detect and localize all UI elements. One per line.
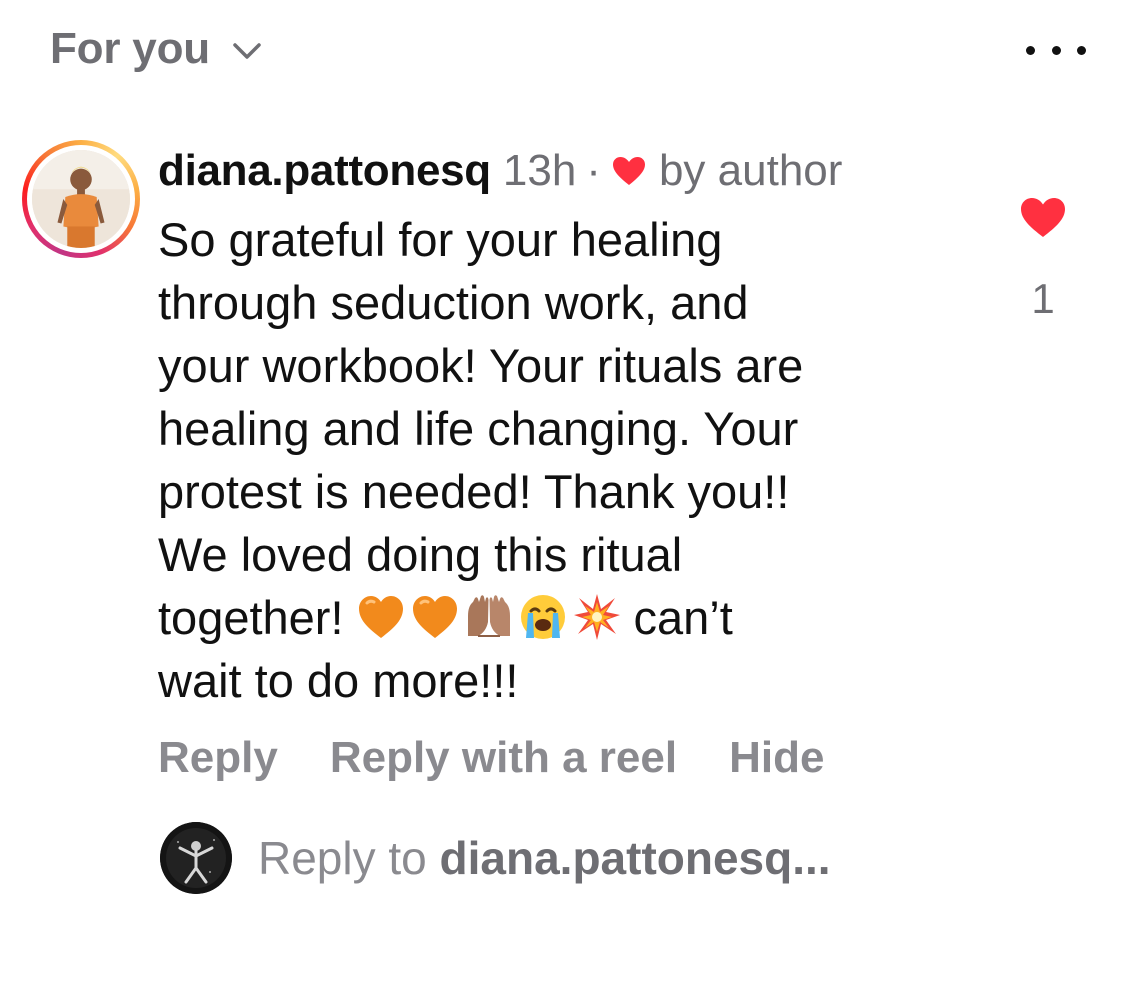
orange-heart-icon — [412, 596, 457, 638]
liked-by-author-label: by author — [658, 146, 843, 195]
comment-line: wait to do more!!! — [158, 654, 519, 707]
comment-timestamp: 13h — [502, 146, 577, 195]
my-avatar — [160, 822, 232, 894]
reply-input[interactable]: Reply to diana.pattonesq... — [160, 822, 831, 894]
comment-line: So grateful for your healing — [158, 213, 723, 266]
comment-line: your workbook! Your rituals are — [158, 339, 804, 392]
more-horizontal-icon — [1026, 45, 1035, 55]
reply-placeholder-user: diana.pattonesq... — [439, 832, 831, 884]
comment-username[interactable]: diana.pattonesq — [158, 142, 491, 200]
comment-line: We loved doing this ritual — [158, 528, 683, 581]
chevron-down-icon — [233, 43, 261, 59]
comment-line-tail: can’t — [633, 591, 733, 644]
raising-hands-icon — [467, 595, 510, 637]
feed-label: For you — [50, 24, 210, 73]
comment-line: together! — [158, 591, 344, 644]
orange-heart-icon — [358, 596, 403, 638]
reply-placeholder: Reply to diana.pattonesq... — [258, 831, 831, 885]
reply-placeholder-prefix: Reply to — [258, 832, 427, 884]
comment-like-column: 1 — [1010, 196, 1076, 324]
comment-line: healing and life changing. Your — [158, 402, 799, 455]
like-heart-icon[interactable] — [1019, 196, 1067, 240]
reply-with-reel-button[interactable]: Reply with a reel — [330, 728, 677, 788]
comment: diana.pattonesq 13h · by author So grate… — [158, 142, 938, 788]
comment-meta: diana.pattonesq 13h · by author — [158, 142, 938, 200]
avatar-photo — [32, 150, 130, 248]
comment-line-emoji: together! can’t — [158, 586, 928, 649]
more-options-button[interactable] — [1026, 30, 1086, 70]
loudly-crying-face-icon — [520, 595, 565, 639]
comment-text: So grateful for your healing through sed… — [158, 208, 928, 712]
hide-button[interactable]: Hide — [729, 728, 824, 788]
commenter-avatar[interactable] — [22, 140, 140, 258]
meta-separator: · — [586, 146, 601, 195]
comment-line: protest is needed! Thank you!! — [158, 465, 790, 518]
feed-selector[interactable]: For you — [50, 24, 262, 74]
heart-icon — [612, 157, 645, 185]
like-count: 1 — [1031, 275, 1055, 322]
top-bar: For you — [0, 0, 1125, 110]
reply-button[interactable]: Reply — [158, 728, 278, 788]
collision-icon — [573, 594, 620, 640]
comment-line: through seduction work, and — [158, 276, 749, 329]
comment-actions: Reply Reply with a reel Hide — [158, 728, 938, 788]
